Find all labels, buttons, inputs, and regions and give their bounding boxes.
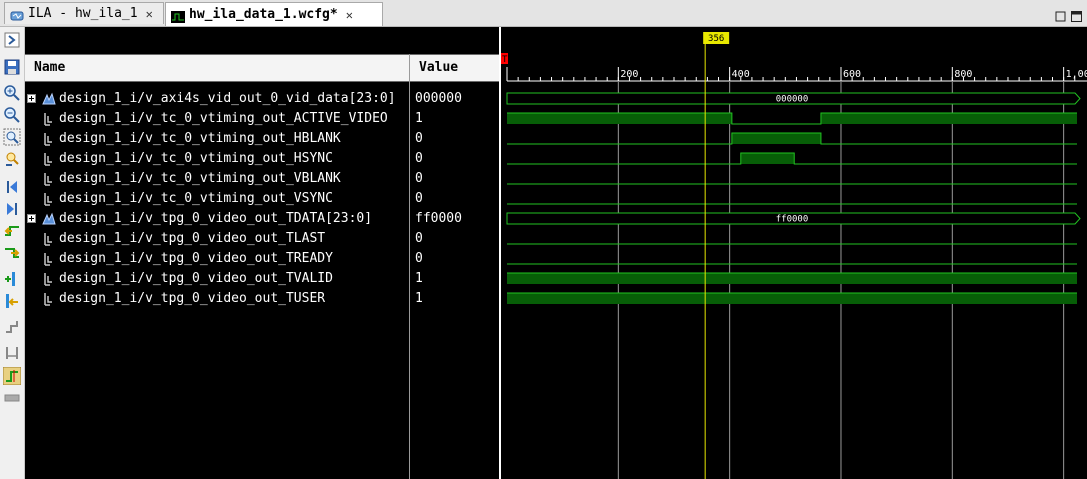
name-column-header[interactable]: Name [25, 55, 409, 81]
signal-value: 0 [415, 131, 423, 146]
bit-signal-icon [42, 112, 56, 126]
next-marker-icon[interactable] [3, 318, 21, 336]
snap-to-transition-icon[interactable] [3, 367, 21, 385]
ruler-tick-label: 200 [620, 69, 638, 80]
signal-value: 1 [415, 111, 423, 126]
bit-signal-icon [42, 192, 56, 206]
next-transition-icon[interactable] [3, 244, 21, 262]
bit-high-fill [507, 293, 1077, 304]
signal-value: 0 [415, 231, 423, 246]
signal-name: design_1_i/v_tpg_0_video_out_TREADY [59, 251, 333, 266]
signal-names-panel: Name Value design_1_i/v_axi4s_vid_out_0_… [25, 27, 499, 479]
signal-row[interactable]: design_1_i/v_tpg_0_video_out_TLAST 0 [25, 229, 499, 249]
column-header: Name Value [25, 54, 499, 82]
bit-signal-icon [42, 132, 56, 146]
bit-high-fill [820, 113, 1077, 124]
bit-high-fill [507, 113, 732, 124]
bit-high-fill [740, 153, 795, 164]
zoom-out-icon[interactable] [3, 106, 21, 124]
waveform-toolbar [0, 27, 25, 479]
close-icon[interactable]: ✕ [146, 3, 153, 25]
signal-name: design_1_i/v_axi4s_vid_out_0_vid_data[23… [59, 91, 396, 106]
ruler-tick-label: 400 [732, 69, 750, 80]
signal-row[interactable]: design_1_i/v_tc_0_vtiming_out_VSYNC 0 [25, 189, 499, 209]
tab-hw-ila-data-1-wcfg[interactable]: hw_ila_data_1.wcfg* ✕ [165, 2, 383, 26]
trigger-marker-label: T [502, 55, 508, 65]
signal-row[interactable]: design_1_i/v_axi4s_vid_out_0_vid_data[23… [25, 89, 499, 109]
signal-name: design_1_i/v_tpg_0_video_out_TLAST [59, 231, 326, 246]
cursor-time-label: 356 [708, 34, 724, 44]
close-icon[interactable]: ✕ [346, 4, 353, 26]
bus-signal-icon [42, 212, 56, 226]
bit-signal-icon [42, 172, 56, 186]
signal-row[interactable]: design_1_i/v_tc_0_vtiming_out_ACTIVE_VID… [25, 109, 499, 129]
expand-icon[interactable] [27, 214, 36, 223]
signal-value: 1 [415, 271, 423, 286]
signal-row[interactable]: design_1_i/v_tc_0_vtiming_out_HBLANK 0 [25, 129, 499, 149]
expand-icon[interactable] [3, 31, 21, 49]
bit-high-fill [731, 133, 821, 144]
go-to-start-icon[interactable] [3, 178, 21, 196]
tab-label: hw_ila_data_1.wcfg* [189, 6, 338, 22]
bit-signal-icon [42, 292, 56, 306]
previous-transition-icon[interactable] [3, 222, 21, 240]
signal-name: design_1_i/v_tc_0_vtiming_out_ACTIVE_VID… [59, 111, 388, 126]
zoom-fit-icon[interactable] [3, 128, 21, 146]
bit-high-fill [507, 273, 1077, 284]
bit-signal-icon [42, 252, 56, 266]
signal-row[interactable]: design_1_i/v_tpg_0_video_out_TVALID 1 [25, 269, 499, 289]
signal-value: ff0000 [415, 211, 462, 226]
signal-value: 0 [415, 171, 423, 186]
signal-row[interactable]: design_1_i/v_tpg_0_video_out_TDATA[23:0]… [25, 209, 499, 229]
add-marker-icon[interactable] [3, 270, 21, 288]
ruler-tick-label: 600 [843, 69, 861, 80]
bit-signal-icon [42, 272, 56, 286]
go-to-end-icon[interactable] [3, 200, 21, 218]
zoom-cursor-icon[interactable] [3, 150, 21, 168]
bus-value-label: 000000 [776, 95, 809, 105]
waveform-icon [171, 9, 185, 23]
signal-row[interactable]: design_1_i/v_tc_0_vtiming_out_VBLANK 0 [25, 169, 499, 189]
ila-icon [10, 8, 24, 20]
ruler-tick-label: 1,00 [1066, 69, 1087, 80]
restore-icon[interactable] [1055, 7, 1066, 22]
bit-signal-icon [42, 232, 56, 246]
save-icon[interactable] [3, 58, 21, 76]
signal-name: design_1_i/v_tpg_0_video_out_TVALID [59, 271, 333, 286]
waveform-canvas[interactable]: 200 400 600 800 1,00 T 000000 ff0000 356 [501, 27, 1087, 479]
signal-name: design_1_i/v_tpg_0_video_out_TDATA[23:0] [59, 211, 373, 226]
tab-ila-hw-ila-1[interactable]: ILA - hw_ila_1 ✕ [4, 2, 164, 24]
signal-name: design_1_i/v_tc_0_vtiming_out_HBLANK [59, 131, 341, 146]
swap-cursors-icon[interactable] [3, 344, 21, 362]
expand-icon[interactable] [27, 94, 36, 103]
floating-ruler-icon[interactable] [3, 389, 21, 407]
signal-value: 1 [415, 291, 423, 306]
ruler-tick-label: 800 [954, 69, 972, 80]
signal-value: 0 [415, 191, 423, 206]
signal-value: 0 [415, 251, 423, 266]
bit-signal-icon [42, 152, 56, 166]
bus-value-label: ff0000 [776, 215, 809, 225]
previous-marker-icon[interactable] [3, 292, 21, 310]
signal-row[interactable]: design_1_i/v_tc_0_vtiming_out_HSYNC 0 [25, 149, 499, 169]
maximize-icon[interactable] [1071, 7, 1082, 22]
signal-value: 000000 [415, 91, 462, 106]
signal-row[interactable]: design_1_i/v_tpg_0_video_out_TREADY 0 [25, 249, 499, 269]
tab-bar: ILA - hw_ila_1 ✕ hw_ila_data_1.wcfg* ✕ [0, 0, 1087, 27]
bus-signal-icon [42, 92, 56, 106]
zoom-in-icon[interactable] [3, 84, 21, 102]
value-column-header[interactable]: Value [410, 55, 499, 81]
waveform-panel[interactable]: 200 400 600 800 1,00 T 000000 ff0000 356 [501, 27, 1087, 479]
signal-name: design_1_i/v_tc_0_vtiming_out_VBLANK [59, 171, 341, 186]
signal-name: design_1_i/v_tc_0_vtiming_out_HSYNC [59, 151, 333, 166]
tab-label: ILA - hw_ila_1 [28, 5, 138, 21]
signal-name: design_1_i/v_tpg_0_video_out_TUSER [59, 291, 326, 306]
signal-value: 0 [415, 151, 423, 166]
signal-name: design_1_i/v_tc_0_vtiming_out_VSYNC [59, 191, 333, 206]
signal-row[interactable]: design_1_i/v_tpg_0_video_out_TUSER 1 [25, 289, 499, 309]
